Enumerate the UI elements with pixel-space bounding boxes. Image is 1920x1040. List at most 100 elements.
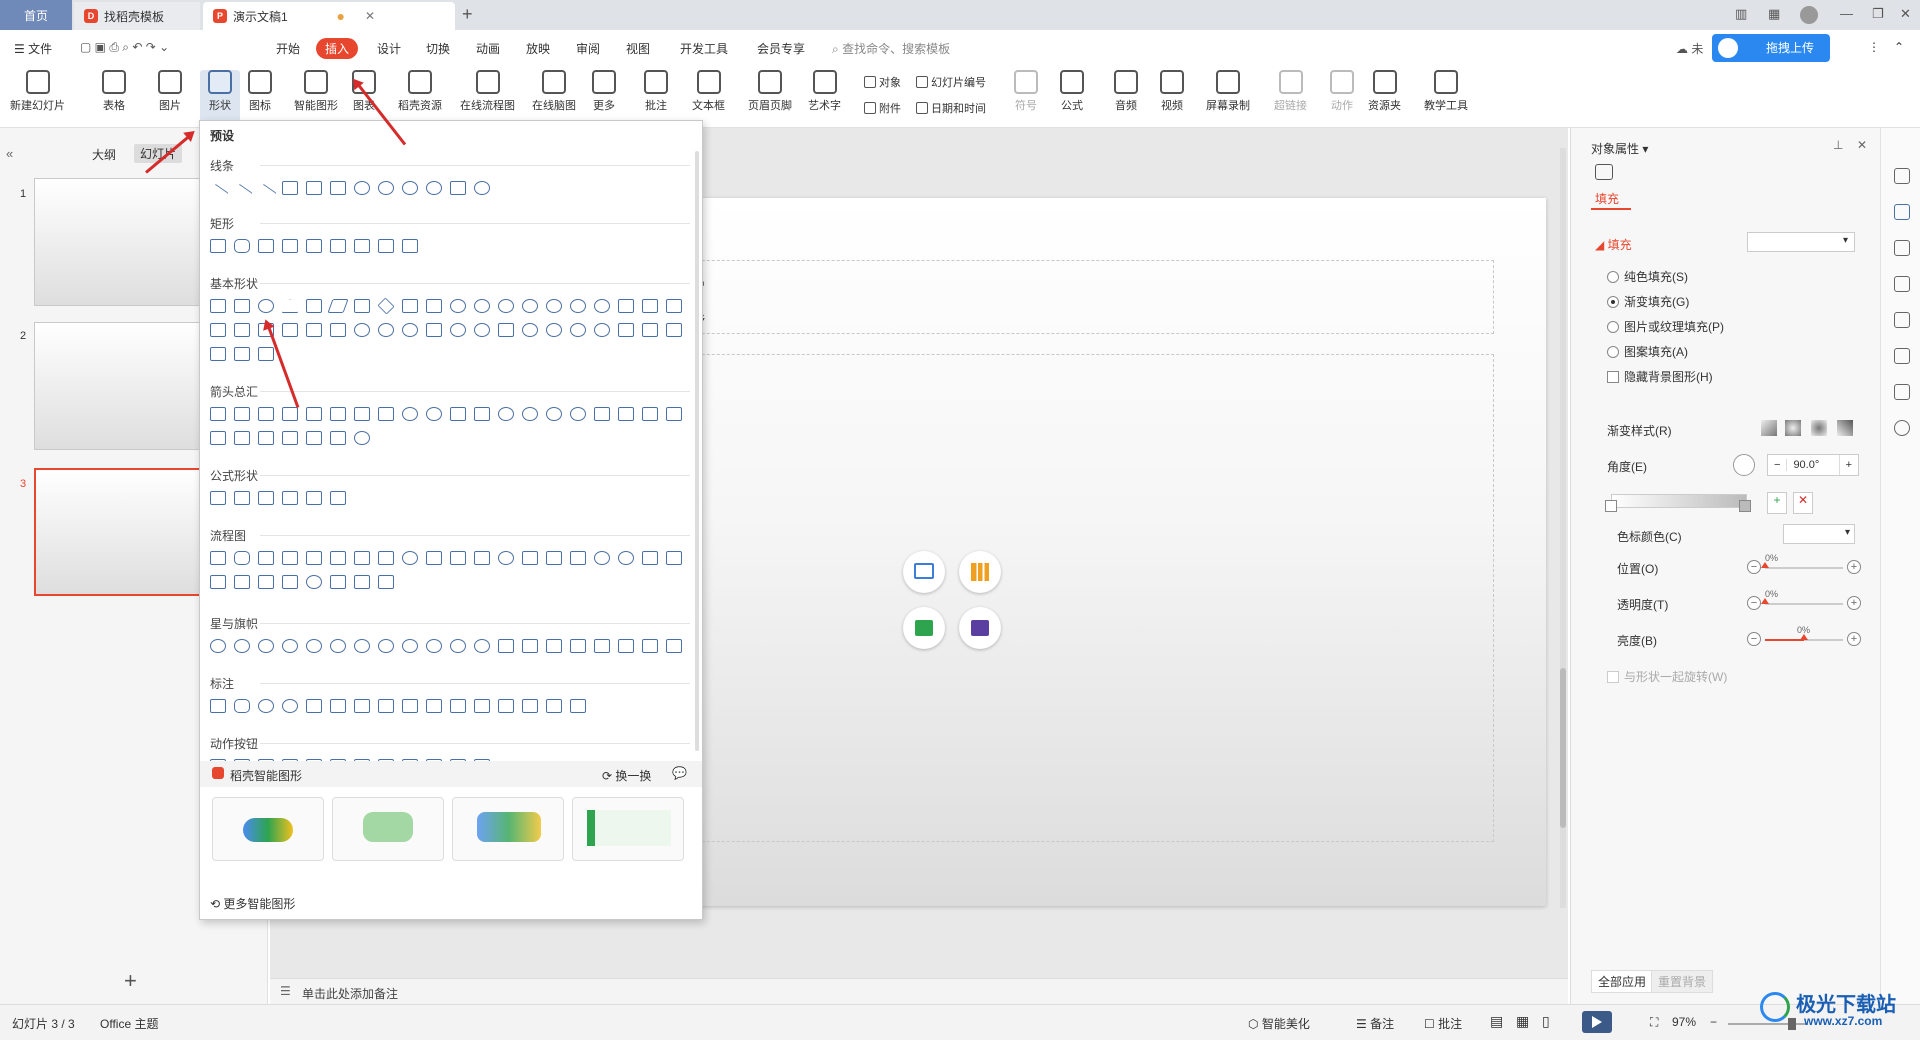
snip-round-icon[interactable]	[330, 239, 346, 253]
flow-internal-storage-icon[interactable]	[330, 551, 346, 565]
right-arrow-icon[interactable]	[210, 407, 226, 421]
hide-bg-checkbox[interactable]: 隐藏背景图形(H)	[1607, 368, 1713, 385]
up-arrow-callout-icon[interactable]	[258, 431, 274, 445]
line-callout-3-icon[interactable]	[354, 699, 370, 713]
curved-right-arrow-icon[interactable]	[498, 407, 514, 421]
hexagon-icon[interactable]	[426, 299, 442, 313]
close-tab-icon[interactable]: ✕	[365, 9, 375, 23]
audio-button[interactable]: 音频	[1114, 70, 1138, 113]
folded-corner-icon[interactable]	[426, 323, 442, 337]
arrow-line-icon[interactable]	[231, 183, 253, 205]
menu-view[interactable]: 视图	[626, 40, 650, 57]
brightness-minus-icon[interactable]: −	[1747, 632, 1761, 646]
block-arc-icon[interactable]	[402, 323, 418, 337]
notes-toggle[interactable]: ☰ 备注	[1356, 1015, 1394, 1032]
border-callout-2-icon[interactable]	[498, 699, 514, 713]
collapse-panel-icon[interactable]: «	[6, 146, 13, 161]
divide-shape-icon[interactable]	[282, 491, 298, 505]
smiley-face-icon[interactable]	[450, 323, 466, 337]
vertical-scrollbar[interactable]	[1560, 148, 1566, 908]
smart-shape-button[interactable]: 智能图形	[294, 70, 338, 113]
line-callout-4-icon[interactable]	[378, 699, 394, 713]
new-slide-button[interactable]: 新建幻灯片	[10, 70, 65, 113]
flow-merge-icon[interactable]	[234, 575, 250, 589]
docer-resource-button[interactable]: 稻壳资源	[398, 70, 442, 113]
triangle-icon[interactable]	[282, 299, 298, 313]
l-shape-icon[interactable]	[666, 299, 682, 313]
slide-number-button[interactable]: 幻灯片编号	[916, 74, 986, 90]
rect-callout-icon[interactable]	[210, 699, 226, 713]
picture-button[interactable]: 图片	[158, 70, 182, 113]
apps-grid-icon[interactable]: ▦	[1768, 6, 1780, 22]
right-triangle-icon[interactable]	[306, 299, 322, 313]
left-arrow-callout-icon[interactable]	[234, 431, 250, 445]
style-icon[interactable]	[1894, 168, 1910, 184]
tab-home[interactable]: 首页	[0, 0, 72, 30]
heptagon-icon[interactable]	[450, 299, 466, 313]
add-slide-icon[interactable]: +	[124, 968, 137, 994]
video-button[interactable]: 视频	[1160, 70, 1184, 113]
bent-up-arrow-icon[interactable]	[474, 407, 490, 421]
transparency-plus-icon[interactable]: +	[1847, 596, 1861, 610]
normal-view-icon[interactable]: ▤	[1490, 1013, 1503, 1030]
angle-stepper[interactable]: −90.0° +	[1767, 454, 1859, 476]
flow-offpage-icon[interactable]	[522, 551, 538, 565]
left-bracket-icon[interactable]	[666, 323, 682, 337]
transparency-slider[interactable]: 0%	[1761, 589, 1843, 605]
quad-arrow-callout-icon[interactable]	[330, 431, 346, 445]
teardrop-icon[interactable]	[594, 299, 610, 313]
scribble-icon[interactable]	[474, 181, 490, 195]
accent-callout-1-icon[interactable]	[402, 699, 418, 713]
plus-icon[interactable]: +	[1838, 455, 1858, 475]
more-button[interactable]: 更多	[592, 70, 616, 113]
table-button[interactable]: 表格	[102, 70, 126, 113]
restore-icon[interactable]: ❐	[1872, 6, 1884, 22]
star-10-icon[interactable]	[378, 639, 394, 653]
book-icon[interactable]	[1894, 384, 1910, 400]
up-arrow-icon[interactable]	[258, 407, 274, 421]
apply-all-button[interactable]: 全部应用	[1591, 970, 1654, 993]
line-shape-icon[interactable]	[207, 183, 229, 205]
stop-color-picker[interactable]: ▾	[1783, 524, 1855, 544]
delete-stop-icon[interactable]: ✕	[1793, 492, 1813, 514]
flow-or-icon[interactable]	[618, 551, 634, 565]
fill-section-header[interactable]: ◢ 填充	[1595, 236, 1632, 253]
brightness-plus-icon[interactable]: +	[1847, 632, 1861, 646]
pentagon-arrow-icon[interactable]	[642, 407, 658, 421]
flow-document-icon[interactable]	[354, 551, 370, 565]
striped-right-arrow-icon[interactable]	[594, 407, 610, 421]
down-arrow-callout-icon[interactable]	[282, 431, 298, 445]
sun-icon[interactable]	[522, 323, 538, 337]
multiply-shape-icon[interactable]	[258, 491, 274, 505]
gradient-stop-right[interactable]	[1739, 500, 1751, 512]
star-7-icon[interactable]	[330, 639, 346, 653]
flow-collate-icon[interactable]	[642, 551, 658, 565]
equal-shape-icon[interactable]	[306, 491, 322, 505]
left-arrow-icon[interactable]	[234, 407, 250, 421]
minimize-icon[interactable]: —	[1840, 6, 1853, 21]
explosion-2-icon[interactable]	[234, 639, 250, 653]
left-right-arrow-icon[interactable]	[306, 407, 322, 421]
insert-chart-icon[interactable]	[959, 551, 1001, 593]
help-icon[interactable]	[1894, 420, 1910, 436]
flow-alternate-icon[interactable]	[234, 551, 250, 565]
border-callout-3-icon[interactable]	[522, 699, 538, 713]
flow-predefined-icon[interactable]	[306, 551, 322, 565]
curved-down-arrow-icon[interactable]	[570, 407, 586, 421]
curved-double-arrow-icon[interactable]	[402, 181, 418, 195]
vertical-scroll-icon[interactable]	[594, 639, 610, 653]
rotate-with-shape-checkbox[interactable]: 与形状一起旋转(W)	[1607, 668, 1727, 685]
solid-fill-radio[interactable]: 纯色填充(S)	[1607, 268, 1688, 285]
bevel-icon[interactable]	[330, 323, 346, 337]
half-frame-icon[interactable]	[642, 299, 658, 313]
accent-border-callout-2-icon[interactable]	[570, 699, 586, 713]
curved-ribbon-up-icon[interactable]	[546, 639, 562, 653]
object-button[interactable]: 对象	[864, 74, 901, 90]
dropdown-scrollbar[interactable]	[695, 151, 699, 751]
curved-left-arrow-icon[interactable]	[522, 407, 538, 421]
insert-table-icon[interactable]	[903, 607, 945, 649]
tab-outline[interactable]: 大纲	[92, 146, 116, 163]
parallelogram-icon[interactable]	[327, 299, 349, 313]
cloud-shape-icon[interactable]	[570, 323, 586, 337]
no-symbol-icon[interactable]	[378, 323, 394, 337]
